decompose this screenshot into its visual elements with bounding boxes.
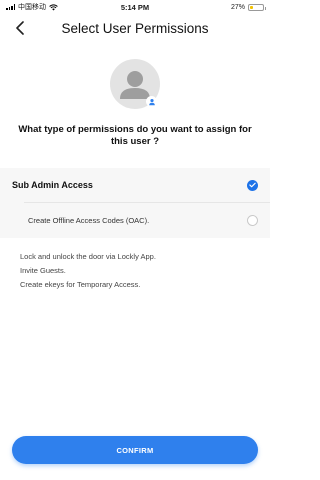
battery-icon [248, 3, 266, 11]
option-sub-admin-access[interactable]: Sub Admin Access [0, 168, 270, 202]
description-line: Lock and unlock the door via Lockly App. [20, 252, 156, 261]
user-badge-icon [146, 96, 157, 107]
confirm-button[interactable]: CONFIRM [12, 436, 258, 464]
permission-options: Sub Admin Access Create Offline Access C… [0, 168, 270, 238]
status-right: 27% [178, 3, 266, 11]
wifi-icon [49, 3, 58, 10]
option-create-oac[interactable]: Create Offline Access Codes (OAC). [0, 203, 270, 237]
page-title: Select User Permissions [61, 20, 209, 36]
status-time: 5:14 PM [120, 2, 150, 12]
avatar [110, 59, 160, 109]
chevron-left-icon [16, 21, 24, 35]
description-line: Invite Guests. [20, 266, 66, 275]
permission-description: Lock and unlock the door via Lockly App.… [20, 250, 260, 292]
battery-percent: 27% [230, 3, 245, 11]
permission-question: What type of permissions do you want to … [18, 124, 252, 147]
status-left: 中国移动 [6, 2, 92, 12]
carrier-label: 中国移动 [18, 4, 46, 11]
option-label: Create Offline Access Codes (OAC). [28, 215, 150, 225]
option-label: Sub Admin Access [12, 180, 93, 190]
back-button[interactable] [10, 18, 30, 38]
nav-bar: Select User Permissions [0, 14, 270, 42]
signal-icon [6, 4, 15, 10]
radio-checked-icon[interactable] [247, 179, 258, 191]
radio-unchecked-icon[interactable] [247, 214, 258, 226]
status-bar: 中国移动 5:14 PM 27% [0, 0, 270, 14]
battery-level [250, 5, 254, 9]
description-line: Create ekeys for Temporary Access. [20, 280, 141, 289]
